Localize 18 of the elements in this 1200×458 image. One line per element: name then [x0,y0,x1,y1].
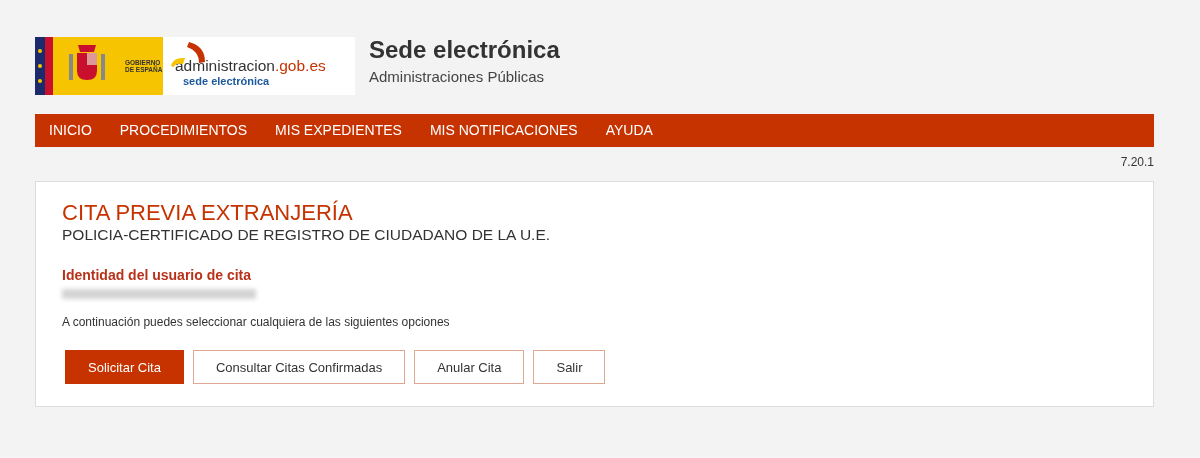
page-subtitle: POLICIA-CERTIFICADO DE REGISTRO DE CIUDADANO DE LA U.E. [62,226,552,244]
nav-link[interactable]: MIS EXPEDIENTES [261,114,416,147]
site-tagline: sede electrónica [182,75,271,87]
site-subtitle: Administraciones Públicas [369,68,546,85]
page-title: CITA PREVIA EXTRANJERÍA [62,200,354,226]
secondary-button[interactable]: Salir [533,350,606,384]
secondary-button[interactable]: Consultar Citas Confirmadas [192,350,406,384]
nav-link[interactable]: PROCEDIMIENTOS [105,114,262,147]
site-name: administracion.gob.es [174,57,327,75]
site-title: Sede electrónica [369,36,560,64]
instructions-text: A continuación puedes seleccionar cualquiera de las siguientes opciones [62,315,451,329]
version-label: 7.20.1 [1120,155,1154,169]
nav-link[interactable]: AYUDA [591,114,667,147]
nav-link[interactable]: MIS NOTIFICACIONES [415,114,592,147]
primary-button[interactable]: Solicitar Cita [65,350,184,384]
secondary-button[interactable]: Anular Cita [414,350,525,384]
nav-link[interactable]: INICIO [35,114,106,147]
identity-label: Identidad del usuario de cita [62,267,253,283]
